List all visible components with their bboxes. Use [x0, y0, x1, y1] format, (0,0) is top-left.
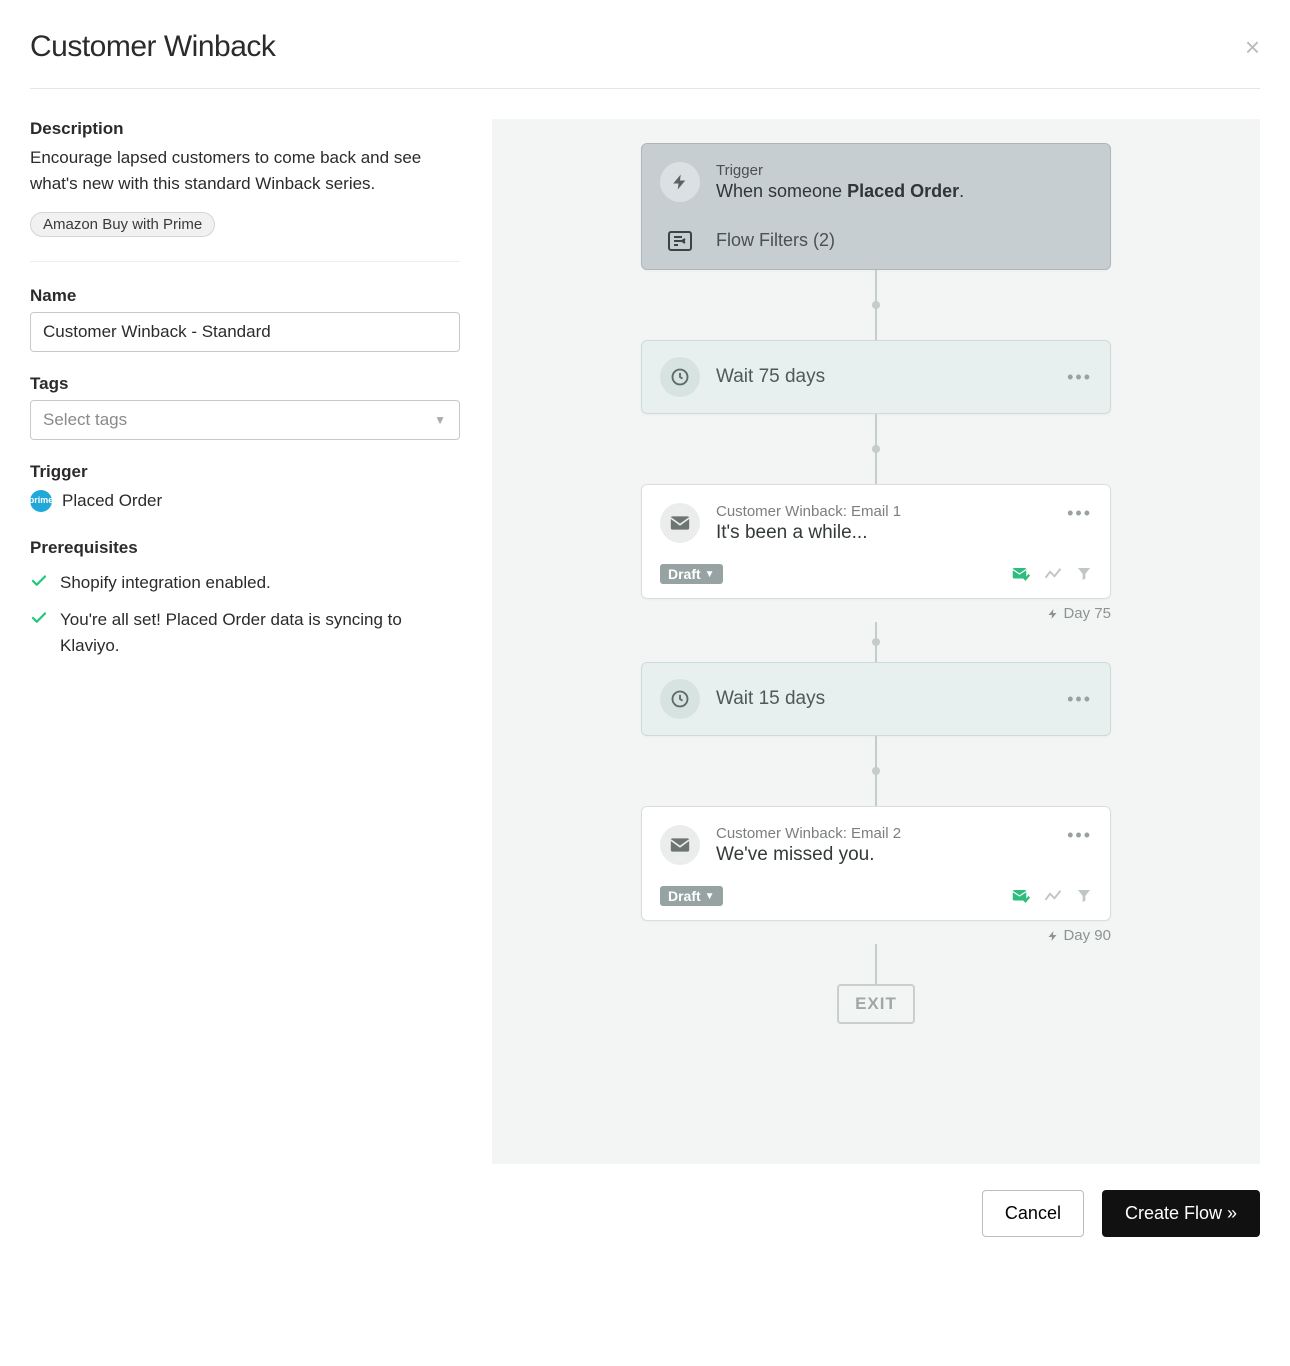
lightning-icon: [1047, 930, 1059, 942]
more-button[interactable]: •••: [1067, 825, 1092, 846]
divider: [30, 261, 460, 262]
caret-down-icon: ▼: [705, 569, 715, 580]
email-main-label: It's been a while...: [716, 522, 1051, 544]
check-icon: [30, 609, 48, 627]
lightning-icon: [660, 162, 700, 202]
email-sub-label: Customer Winback: Email 2: [716, 825, 1051, 842]
more-button[interactable]: •••: [1067, 367, 1092, 388]
smart-send-icon[interactable]: [1012, 566, 1030, 582]
config-panel: Description Encourage lapsed customers t…: [30, 119, 460, 1164]
tags-label: Tags: [30, 374, 460, 394]
flow-exit: EXIT: [837, 984, 915, 1024]
integration-badge: Amazon Buy with Prime: [30, 212, 215, 237]
name-label: Name: [30, 286, 460, 306]
day-tag: Day 75: [641, 605, 1111, 622]
wait-label: Wait 75 days: [716, 366, 1051, 388]
flow-wait-card[interactable]: Wait 75 days •••: [641, 340, 1111, 414]
trigger-section: Trigger prime Placed Order: [30, 462, 460, 512]
connector: [875, 944, 877, 984]
description-text: Encourage lapsed customers to come back …: [30, 145, 460, 198]
tags-field-group: Tags Select tags ▼: [30, 374, 460, 440]
trigger-sub-label: Trigger: [716, 162, 964, 179]
modal-body: Description Encourage lapsed customers t…: [30, 89, 1260, 1164]
name-field-group: Name: [30, 286, 460, 352]
prerequisites-label: Prerequisites: [30, 538, 460, 558]
modal-title: Customer Winback: [30, 30, 275, 64]
day-tag: Day 90: [641, 927, 1111, 944]
more-button[interactable]: •••: [1067, 503, 1092, 524]
clock-icon: [660, 357, 700, 397]
prerequisite-item: You're all set! Placed Order data is syn…: [30, 607, 460, 658]
create-flow-button[interactable]: Create Flow »: [1102, 1190, 1260, 1237]
funnel-icon[interactable]: [1076, 888, 1092, 904]
tags-select[interactable]: Select tags: [30, 400, 460, 440]
status-badge[interactable]: Draft ▼: [660, 886, 723, 906]
flow-wait-card[interactable]: Wait 15 days •••: [641, 662, 1111, 736]
status-badge[interactable]: Draft ▼: [660, 564, 723, 584]
funnel-icon[interactable]: [1076, 566, 1092, 582]
wait-label: Wait 15 days: [716, 688, 1051, 710]
trigger-value: Placed Order: [62, 491, 162, 511]
prerequisites-section: Prerequisites Shopify integration enable…: [30, 538, 460, 659]
smart-send-icon[interactable]: [1012, 888, 1030, 904]
caret-down-icon: ▼: [705, 891, 715, 902]
check-icon: [30, 572, 48, 590]
connector: [875, 736, 877, 806]
email-sub-label: Customer Winback: Email 1: [716, 503, 1051, 520]
modal-footer: Cancel Create Flow »: [30, 1190, 1260, 1237]
connector: [875, 414, 877, 484]
email-icon: [660, 825, 700, 865]
email-main-label: We've missed you.: [716, 844, 1051, 866]
prerequisite-text: You're all set! Placed Order data is syn…: [60, 607, 460, 658]
clock-icon: [660, 679, 700, 719]
analytics-icon[interactable]: [1044, 888, 1062, 904]
analytics-icon[interactable]: [1044, 566, 1062, 582]
cancel-button[interactable]: Cancel: [982, 1190, 1084, 1237]
close-icon: ×: [1245, 32, 1260, 62]
connector: [875, 270, 877, 340]
trigger-main-label: When someone Placed Order.: [716, 181, 964, 202]
trigger-label: Trigger: [30, 462, 460, 482]
email-card-actions: [1012, 888, 1092, 904]
description-label: Description: [30, 119, 460, 139]
prime-icon: prime: [30, 490, 52, 512]
lightning-icon: [1047, 608, 1059, 620]
flow-trigger-card[interactable]: Trigger When someone Placed Order. Flow …: [641, 143, 1111, 270]
modal-header: Customer Winback ×: [30, 30, 1260, 89]
prerequisite-text: Shopify integration enabled.: [60, 570, 271, 596]
flow-email-card[interactable]: Customer Winback: Email 2 We've missed y…: [641, 806, 1111, 921]
email-icon: [660, 503, 700, 543]
prerequisite-item: Shopify integration enabled.: [30, 570, 460, 596]
close-button[interactable]: ×: [1245, 34, 1260, 60]
name-input[interactable]: [30, 312, 460, 352]
email-card-actions: [1012, 566, 1092, 582]
flow-email-card[interactable]: Customer Winback: Email 1 It's been a wh…: [641, 484, 1111, 599]
flow-preview: Trigger When someone Placed Order. Flow …: [492, 119, 1260, 1164]
flow-filters-label: Flow Filters (2): [716, 230, 835, 251]
connector: [875, 622, 877, 662]
more-button[interactable]: •••: [1067, 689, 1092, 710]
filter-icon: [660, 231, 700, 251]
